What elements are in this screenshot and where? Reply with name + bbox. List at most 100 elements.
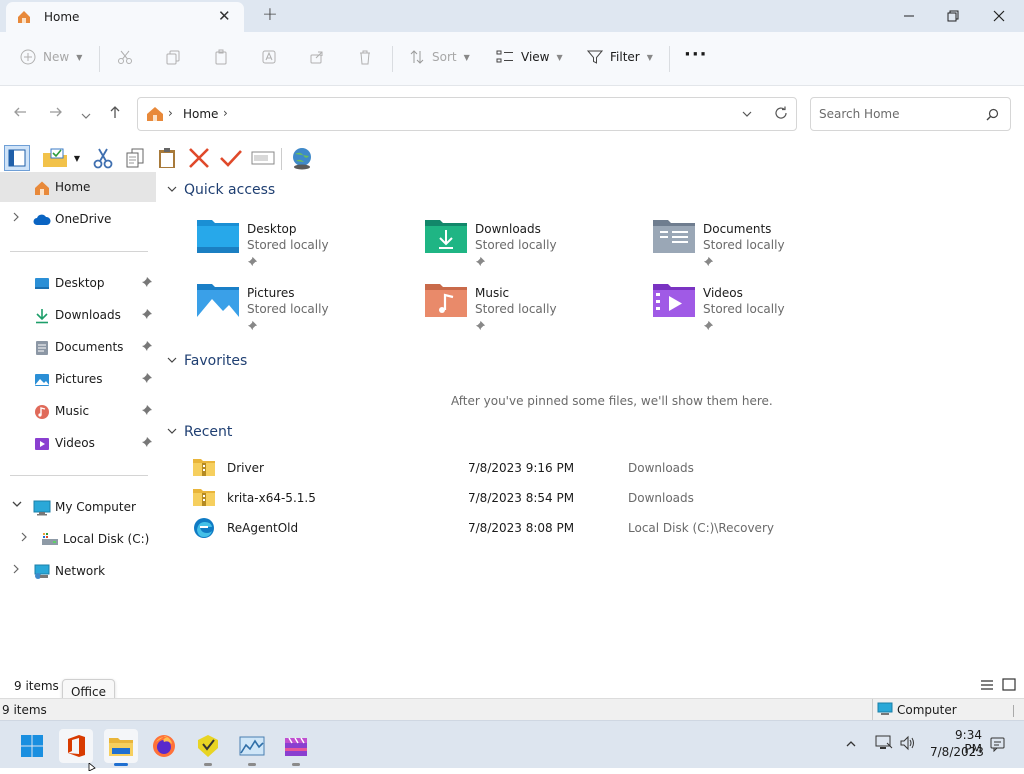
nav-item-home[interactable]: Home [0,172,156,202]
tiles-view-icon[interactable] [1002,678,1016,695]
resize-grip[interactable] [1013,705,1014,717]
taskbar-app-yellow[interactable] [191,729,225,766]
nav-item-downloads[interactable]: Downloads [0,300,156,330]
nav-item-desktop[interactable]: Desktop [0,268,156,298]
taskbar-file-explorer[interactable] [104,729,138,766]
rename-button[interactable] [261,49,277,65]
navigation-pane-toggle-button[interactable] [4,145,30,171]
nav-label: Downloads [55,308,121,322]
breadcrumb-home[interactable]: Home [183,107,218,121]
quick-access-item-music[interactable]: Music Stored locally [424,280,634,340]
clock-date[interactable]: 7/8/2023 [930,745,984,759]
taskbar-firefox[interactable] [147,729,181,763]
copy-button[interactable] [165,49,181,65]
new-tab-button[interactable]: + [262,3,278,25]
volume-icon[interactable] [899,735,917,754]
search-input[interactable] [819,107,979,121]
nav-item-my-computer[interactable]: My Computer [0,492,156,522]
recent-locations-chevron-icon[interactable] [80,107,92,125]
restore-button[interactable] [930,0,976,32]
delete-tool-button[interactable] [186,145,212,171]
nav-item-music[interactable]: Music [0,396,156,426]
recent-row[interactable]: krita-x64-5.1.5 7/8/2023 8:54 PM Downloa… [192,484,792,512]
quick-access-item-pictures[interactable]: Pictures Stored locally [196,280,406,340]
recent-row[interactable]: ReAgentOld 7/8/2023 8:08 PM Local Disk (… [192,514,792,542]
chevron-right-icon[interactable] [19,531,29,546]
delete-button[interactable] [357,49,373,65]
pin-icon[interactable] [141,308,153,323]
pin-icon[interactable] [141,340,153,355]
plus-circle-icon [20,49,36,65]
quick-access-item-videos[interactable]: Videos Stored locally [652,280,862,340]
up-arrow-icon[interactable] [108,105,122,123]
more-options-button[interactable]: ··· [684,44,708,65]
recent-row[interactable]: Driver 7/8/2023 9:16 PM Downloads [192,454,792,482]
music-icon [34,404,50,423]
pin-icon[interactable] [141,436,153,451]
forward-arrow-icon[interactable] [49,105,63,123]
recent-name: krita-x64-5.1.5 [227,491,316,505]
tab-home[interactable]: Home ✕ [6,2,244,32]
quick-access-header[interactable]: Quick access [166,182,275,198]
minimize-button[interactable] [886,0,932,32]
breadcrumb-separator: › [223,106,228,120]
chevron-right-icon[interactable] [11,563,21,578]
quick-access-item-downloads[interactable]: Downloads Stored locally [424,216,634,276]
chevron-down-icon: ▼ [646,52,653,62]
favorites-header[interactable]: Favorites [166,353,247,369]
refresh-icon[interactable] [774,106,788,123]
select-folder-button[interactable] [41,145,69,171]
chevron-down-icon[interactable] [166,426,178,439]
sort-button[interactable]: Sort ▼ [409,49,470,65]
cut-button[interactable] [117,49,133,65]
close-button[interactable] [976,0,1022,32]
paste-tool-button[interactable] [154,145,180,171]
nav-item-documents[interactable]: Documents [0,332,156,362]
new-button[interactable]: New ▼ [20,49,82,65]
tab-close-icon[interactable]: ✕ [218,7,231,25]
paste-button[interactable] [213,49,229,65]
taskbar-chart-app[interactable] [235,729,269,766]
quick-access-item-documents[interactable]: Documents Stored locally [652,216,862,276]
search-box[interactable] [810,97,1011,131]
view-button[interactable]: View ▼ [496,49,563,65]
details-view-icon[interactable] [980,679,994,694]
nav-item-pictures[interactable]: Pictures [0,364,156,394]
taskbar-video-editor[interactable] [279,729,313,766]
nav-label-onedrive: OneDrive [55,212,112,226]
nav-item-onedrive[interactable]: OneDrive [0,204,156,234]
filter-button[interactable]: Filter ▼ [587,49,653,65]
properties-check-button[interactable] [218,145,244,171]
chevron-down-icon[interactable] [11,499,23,512]
chevron-right-icon[interactable] [11,211,21,226]
pin-icon[interactable] [141,276,153,291]
address-bar[interactable]: › Home › [137,97,797,131]
notifications-icon[interactable] [990,736,1006,755]
item-subtitle: Stored locally [475,238,557,252]
item-name: Pictures [247,286,295,300]
quick-access-item-desktop[interactable]: Desktop Stored locally [196,216,406,276]
back-arrow-icon[interactable] [13,105,27,123]
start-button[interactable] [15,729,49,763]
favorites-empty-message: After you've pinned some files, we'll sh… [451,394,773,408]
share-button[interactable] [309,49,325,65]
search-icon[interactable] [986,108,999,124]
network-tool-button[interactable] [289,145,315,171]
running-indicator [292,763,300,766]
recent-header[interactable]: Recent [166,424,232,440]
pin-icon[interactable] [141,372,153,387]
copy-tool-button[interactable] [122,145,148,171]
chevron-down-icon[interactable]: ▼ [70,145,84,171]
cut-tool-button[interactable] [90,145,116,171]
show-hidden-icons-chevron-icon[interactable] [845,738,857,752]
address-history-chevron-icon[interactable] [741,108,753,122]
chevron-down-icon[interactable] [166,355,178,368]
nav-item-videos[interactable]: Videos [0,428,156,458]
network-status-icon[interactable] [875,735,893,754]
pin-icon[interactable] [141,404,153,419]
chevron-down-icon[interactable] [166,184,178,197]
nav-item-local-disk[interactable]: Local Disk (C:) [0,524,156,554]
taskbar-office[interactable] [59,729,93,763]
nav-item-network[interactable]: Network [0,556,156,586]
rename-tool-button[interactable] [250,145,276,171]
